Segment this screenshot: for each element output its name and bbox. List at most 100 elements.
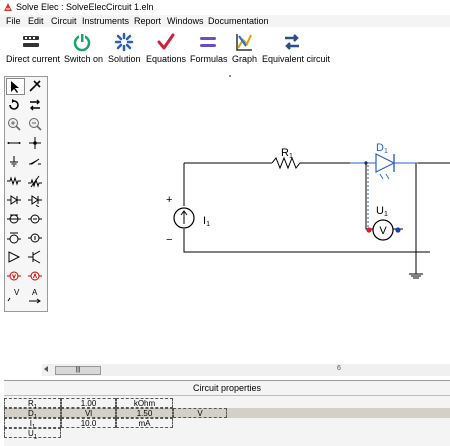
- opamp-component[interactable]: [6, 249, 24, 265]
- property-value[interactable]: 10.0: [61, 418, 116, 428]
- resistor-r1-label: R1: [281, 147, 293, 160]
- current-source-icon: [28, 233, 42, 243]
- property-value[interactable]: 1.00: [61, 398, 116, 408]
- circuit-canvas[interactable]: R1 D1 V U1 + − I1: [50, 74, 450, 364]
- switch-on-button[interactable]: Switch on: [64, 30, 104, 68]
- menu-windows[interactable]: Windows: [167, 16, 204, 26]
- source-plus-sign: +: [166, 194, 172, 206]
- voltage-arrow-label: V: [14, 288, 20, 297]
- voltage-arrow-tool[interactable]: V: [6, 287, 26, 307]
- variable-resistor-component[interactable]: [27, 173, 45, 189]
- current-source-i1[interactable]: [173, 207, 195, 229]
- voltage-source-component[interactable]: [6, 230, 24, 246]
- property-name: U1: [4, 428, 61, 441]
- zoom-out-icon: [29, 118, 42, 131]
- property-value[interactable]: Vl: [61, 408, 116, 418]
- property-name: R1: [4, 398, 61, 411]
- source-minus-sign: −: [166, 234, 172, 246]
- probe-icon: [29, 80, 41, 92]
- graph-button[interactable]: Graph: [232, 30, 258, 68]
- current-arrow-tool[interactable]: A: [27, 287, 47, 307]
- wire-icon: [7, 142, 21, 144]
- solution-label: Solution: [108, 54, 141, 64]
- property-row-i1[interactable]: I1 10.0 mA: [4, 418, 450, 431]
- menu-file[interactable]: File: [6, 16, 21, 26]
- solution-button[interactable]: Solution: [108, 30, 141, 68]
- menu-circuit[interactable]: Circuit: [51, 16, 77, 26]
- property-row-r1[interactable]: R1 1.00 kOhm: [4, 398, 450, 411]
- resistor-r1[interactable]: [271, 156, 302, 170]
- formulas-button[interactable]: Formulas: [190, 30, 228, 68]
- menu-documentation[interactable]: Documentation: [208, 16, 269, 26]
- led-component[interactable]: [27, 192, 45, 208]
- circuit-wires: [183, 162, 450, 274]
- zoom-in-tool[interactable]: [6, 116, 24, 132]
- flip-tool[interactable]: [27, 97, 45, 113]
- app-icon: [4, 3, 12, 11]
- menu-report[interactable]: Report: [134, 16, 161, 26]
- rotate-icon: [9, 99, 19, 110]
- scroll-left-icon[interactable]: [44, 366, 48, 372]
- switch-on-label: Switch on: [64, 54, 104, 64]
- property-name: I1: [4, 418, 61, 431]
- equivalent-circuit-button[interactable]: Equivalent circuit: [262, 30, 330, 68]
- graph-label: Graph: [232, 54, 258, 64]
- canvas-hscrollbar[interactable]: ||| 6: [42, 364, 450, 376]
- circuit-properties-panel: Circuit properties R1 1.00 kOhm D1 Vl 1.…: [4, 380, 450, 446]
- rotate-tool[interactable]: [6, 97, 24, 113]
- property-unit[interactable]: kOhm: [116, 398, 173, 408]
- direct-current-label: Direct current: [6, 54, 61, 64]
- transistor-component[interactable]: [27, 249, 45, 265]
- diode-component[interactable]: [6, 192, 24, 208]
- check-icon: [157, 33, 175, 50]
- voltmeter-icon: [7, 271, 21, 281]
- node-component[interactable]: [27, 135, 45, 151]
- title-bar: Solve Elec : SolveElecCircuit 1.eln: [0, 0, 450, 14]
- voltmeter-u1[interactable]: V: [366, 219, 401, 241]
- node-icon: [29, 137, 41, 149]
- wire-component[interactable]: [6, 135, 24, 151]
- menu-instruments[interactable]: Instruments: [82, 16, 129, 26]
- switch-icon: [29, 158, 41, 165]
- resistor-component[interactable]: [6, 173, 24, 189]
- ground-symbol[interactable]: [409, 272, 423, 279]
- property-row-u1[interactable]: U1: [4, 428, 450, 441]
- select-tool[interactable]: [6, 78, 25, 95]
- diode-d1[interactable]: [350, 153, 418, 180]
- menu-edit[interactable]: Edit: [28, 16, 44, 26]
- direct-current-button[interactable]: Direct current: [6, 30, 61, 68]
- property-name: D1: [4, 408, 61, 421]
- property-unit[interactable]: mA: [116, 418, 173, 428]
- property-extra[interactable]: V: [173, 408, 227, 418]
- swap-icon: [30, 99, 40, 111]
- lamp-component[interactable]: [6, 211, 24, 227]
- component-palette: V A: [4, 76, 48, 312]
- cell-component[interactable]: [27, 211, 45, 227]
- zoom-in-icon: [8, 118, 21, 131]
- formulas-label: Formulas: [190, 54, 228, 64]
- voltmeter-component[interactable]: [6, 268, 24, 284]
- equals-icon: [200, 37, 216, 47]
- switch-component[interactable]: [27, 154, 45, 170]
- equations-button[interactable]: Equations: [146, 30, 187, 68]
- circuit-properties-title: Circuit properties: [192, 383, 262, 393]
- ammeter-component[interactable]: [27, 268, 45, 284]
- transistor-icon: [28, 250, 41, 264]
- canvas-mark: [229, 75, 231, 77]
- voltmeter-symbol: V: [379, 225, 387, 237]
- scroll-marker: 6: [337, 365, 341, 372]
- equations-label: Equations: [146, 54, 187, 64]
- opamp-icon: [8, 251, 21, 263]
- power-icon: [73, 33, 91, 52]
- property-unit[interactable]: 1.50: [116, 408, 173, 418]
- spark-icon: [114, 32, 134, 52]
- voltmeter-u1-label: U1: [376, 205, 388, 218]
- wire-tool[interactable]: [27, 78, 45, 94]
- equivalent-icon: [285, 34, 299, 50]
- scroll-thumb[interactable]: |||: [55, 366, 101, 375]
- ammeter-icon: [28, 271, 42, 281]
- current-source-component[interactable]: [27, 230, 45, 246]
- zoom-out-tool[interactable]: [27, 116, 45, 132]
- ground-component[interactable]: [6, 154, 24, 170]
- property-row-d1[interactable]: D1 Vl 1.50 V: [4, 408, 450, 421]
